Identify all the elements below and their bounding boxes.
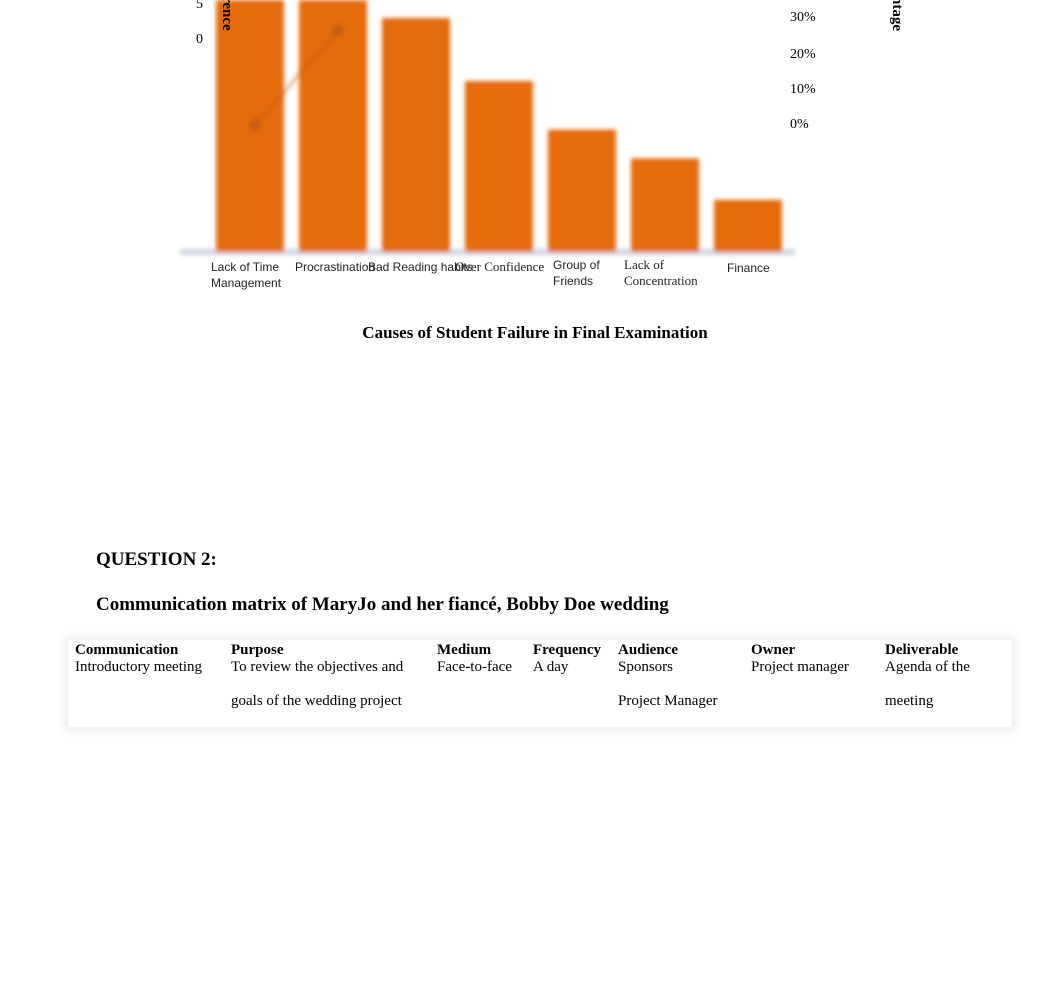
header-cell: Audience	[618, 642, 678, 658]
cell-line	[533, 693, 604, 727]
right-tick: 30%	[790, 10, 816, 25]
header-cell: Communication	[75, 642, 179, 658]
right-tick: 20%	[790, 47, 816, 62]
category-label: Group of Friends	[553, 258, 600, 288]
communication-matrix-table: Communication Purpose Medium Frequency A…	[68, 640, 1012, 727]
chart-plot	[180, 0, 795, 255]
cell-line: To review the objectives and	[231, 659, 404, 675]
header-cell: Medium	[437, 642, 492, 658]
table-cell: Project manager	[744, 659, 878, 727]
bar	[382, 18, 450, 252]
table-cell: Introductory meeting	[68, 659, 224, 727]
left-axis-label: rence	[219, 0, 235, 31]
line-point	[332, 24, 344, 37]
cell-line	[437, 693, 519, 727]
pareto-chart: 5 0 rence ntage 30% 20% 10% 0% Lack of T…	[0, 0, 1062, 300]
right-tick: 10%	[790, 82, 816, 97]
left-tick: 5	[196, 0, 203, 12]
category-label: Lack of Time Management	[211, 260, 282, 290]
bar	[548, 129, 616, 252]
cell-line: Project manager	[751, 659, 849, 675]
cell-line: Face-to-face	[437, 659, 512, 675]
table-header-row: Communication Purpose Medium Frequency A…	[68, 640, 1012, 659]
category-label: Finance	[727, 261, 770, 275]
table-cell: Face-to-face	[430, 659, 526, 727]
cell-line	[751, 693, 871, 727]
header-cell: Deliverable	[885, 642, 959, 658]
table-cell: Agenda of the meeting	[878, 659, 1012, 727]
cell-line: Project Manager	[618, 693, 718, 709]
line-point	[249, 119, 261, 131]
cell-line	[75, 693, 217, 727]
cell-line: goals of the wedding project	[231, 693, 402, 709]
category-label: Lack of Concentration	[624, 257, 698, 288]
chart-caption: Causes of Student Failure in Final Exami…	[362, 323, 708, 342]
cell-line: Sponsors	[618, 659, 674, 675]
cell-line: A day	[533, 659, 569, 675]
table-row: Introductory meeting To review the object…	[68, 659, 1012, 727]
header-cell: Purpose	[231, 642, 284, 658]
right-tick: 0%	[790, 117, 809, 132]
bar	[631, 158, 699, 252]
header-cell: Owner	[751, 642, 796, 658]
cell-line: Introductory meeting	[75, 659, 203, 675]
cell-line: meeting	[885, 693, 934, 709]
right-axis-label: ntage	[889, 0, 905, 31]
bar	[714, 199, 782, 252]
matrix-title: Communication matrix of MaryJo and her f…	[96, 594, 669, 615]
category-label: Procrastination	[295, 260, 376, 274]
table-cell: Sponsors Project Manager	[611, 659, 744, 727]
table-cell: A day	[526, 659, 611, 727]
left-tick: 0	[196, 32, 203, 47]
bar	[465, 81, 533, 252]
table-cell: To review the objectives and goals of the…	[224, 659, 430, 727]
cell-line: Agenda of the	[885, 659, 970, 675]
category-label: Over Confidence	[455, 259, 545, 274]
question-heading: QUESTION 2:	[96, 549, 217, 570]
header-cell: Frequency	[533, 642, 602, 658]
